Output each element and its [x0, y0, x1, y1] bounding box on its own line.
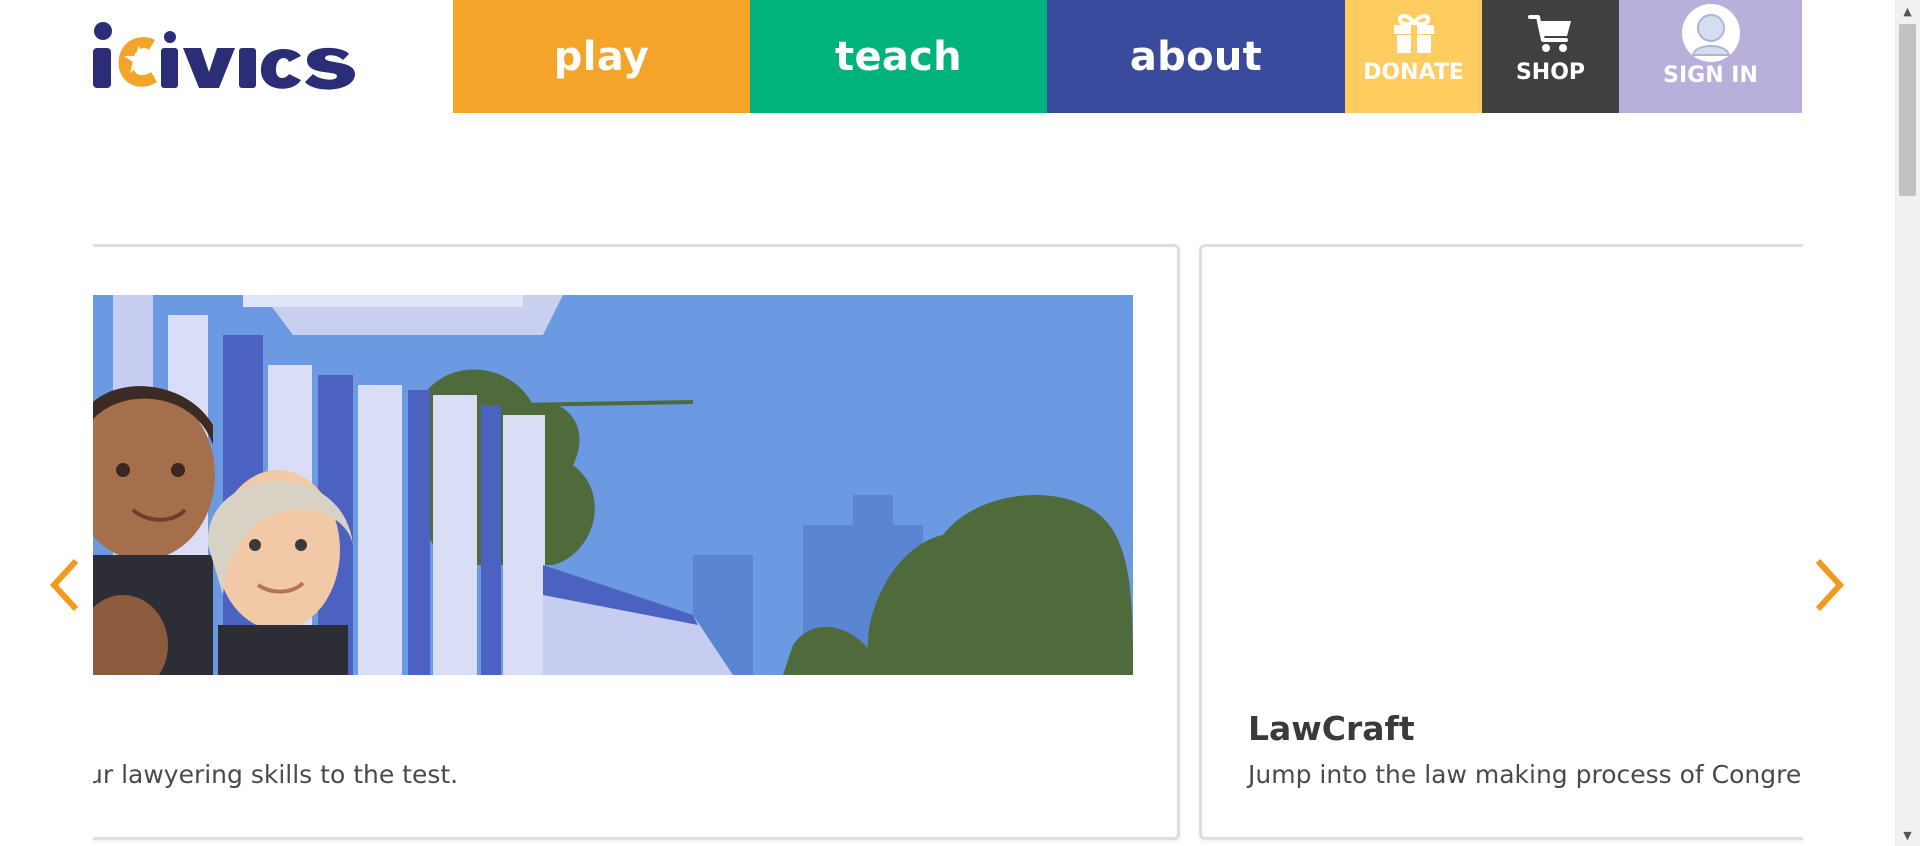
- chevron-right-icon: [1815, 558, 1845, 612]
- nav-about-label: about: [1129, 33, 1263, 80]
- chevron-left-icon: [49, 558, 79, 612]
- gift-icon: [1393, 13, 1434, 53]
- nav-play-label: play: [553, 33, 650, 80]
- site-header: play teach about DONATE SHOP SIGN IN: [0, 0, 1920, 113]
- nav-donate-label: DONATE: [1363, 60, 1464, 85]
- page-scrollbar[interactable]: ▲ ▼: [1895, 0, 1920, 846]
- icivics-logo[interactable]: [93, 20, 375, 92]
- game-carousel: ur lawyering skills to the test. LawCraf…: [93, 240, 1803, 846]
- avatar-icon: [1681, 4, 1740, 62]
- courthouse-scene: [93, 295, 1133, 675]
- carousel-next-button[interactable]: [1808, 555, 1848, 615]
- nav-teach[interactable]: teach: [750, 0, 1047, 113]
- card-title: LawCraft: [1248, 709, 1415, 748]
- carousel-card[interactable]: ur lawyering skills to the test.: [93, 244, 1180, 840]
- nav-donate[interactable]: DONATE: [1345, 0, 1482, 113]
- carousel-prev-button[interactable]: [46, 555, 86, 615]
- carousel-card[interactable]: LawCraft Jump into the law making proces…: [1199, 244, 1803, 840]
- nav-sign-in-label: SIGN IN: [1663, 63, 1758, 88]
- scroll-down-icon[interactable]: ▼: [1895, 824, 1920, 846]
- nav-sign-in[interactable]: SIGN IN: [1619, 0, 1802, 113]
- scroll-up-icon[interactable]: ▲: [1895, 0, 1920, 22]
- shopping-cart-icon: [1527, 15, 1571, 52]
- scrollbar-thumb[interactable]: [1899, 24, 1916, 196]
- logo-icon: [93, 22, 355, 90]
- card-description: ur lawyering skills to the test.: [93, 760, 459, 789]
- courthouse-illustration: [93, 295, 1133, 675]
- nav-about[interactable]: about: [1047, 0, 1345, 113]
- nav-shop[interactable]: SHOP: [1482, 0, 1619, 113]
- nav-teach-label: teach: [835, 33, 962, 80]
- nav-shop-label: SHOP: [1515, 60, 1586, 85]
- nav-play[interactable]: play: [453, 0, 750, 113]
- card-description: Jump into the law making process of Cong…: [1248, 760, 1802, 789]
